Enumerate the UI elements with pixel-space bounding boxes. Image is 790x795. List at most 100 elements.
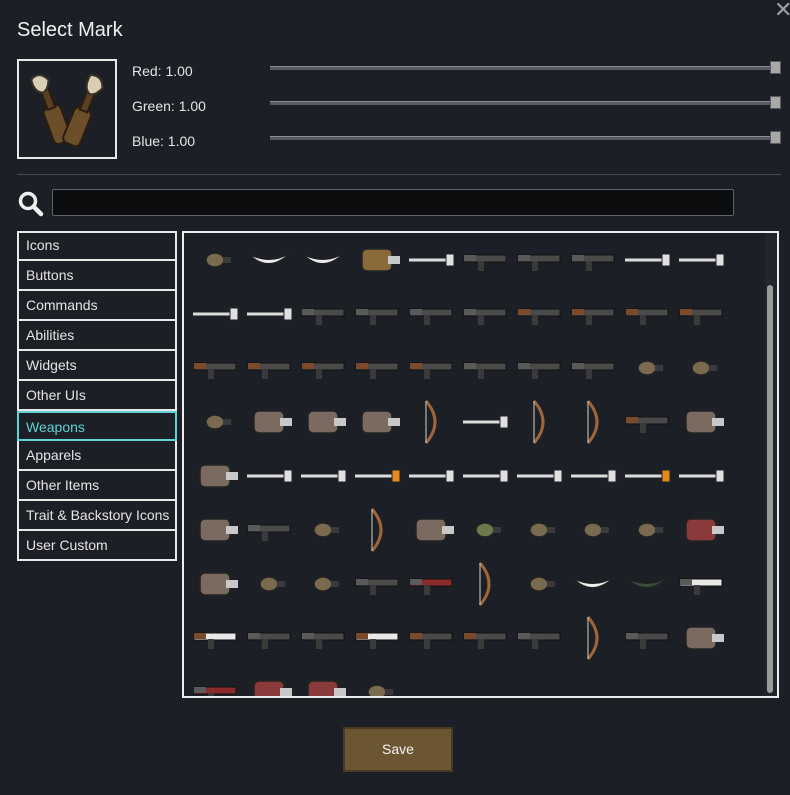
weapon-chaingun-icon[interactable]	[512, 611, 566, 665]
weapon-light-rifle-icon[interactable]	[350, 611, 404, 665]
weapon-thorn-cannon-icon[interactable]	[188, 557, 242, 611]
weapon-dagger-icon[interactable]	[512, 233, 566, 287]
weapon-minigun-icon[interactable]	[458, 341, 512, 395]
weapon-hatchet-icon[interactable]	[404, 449, 458, 503]
category-weapons[interactable]: Weapons	[17, 411, 177, 441]
weapon-grenade-red-icon[interactable]	[188, 233, 242, 287]
weapon-staff-icon[interactable]	[242, 449, 296, 503]
weapon-greatbow-icon[interactable]	[350, 503, 404, 557]
weapon-heavy-cannon-icon[interactable]	[512, 341, 566, 395]
slider-red-track[interactable]	[270, 66, 776, 70]
weapon-carbine-icon[interactable]	[242, 611, 296, 665]
category-user-custom[interactable]: User Custom	[17, 531, 177, 561]
weapon-recurve-bow-icon[interactable]	[566, 611, 620, 665]
close-icon[interactable]: ✕	[774, 0, 790, 21]
weapon-revolver-light-icon[interactable]	[674, 557, 728, 611]
category-other-items[interactable]: Other Items	[17, 471, 177, 501]
save-button[interactable]: Save	[343, 727, 453, 772]
weapon-white-rifle-icon[interactable]	[188, 611, 242, 665]
weapon-bolt-icon[interactable]	[242, 557, 296, 611]
weapon-rifle-scoped-icon[interactable]	[242, 341, 296, 395]
weapon-long-knife-icon[interactable]	[566, 233, 620, 287]
weapon-wood-logs-icon[interactable]	[350, 233, 404, 287]
weapon-molotov-icon[interactable]	[674, 341, 728, 395]
weapon-barrel-pack-icon[interactable]	[674, 503, 728, 557]
weapon-smg-green-icon[interactable]	[242, 503, 296, 557]
weapon-knife-curved-icon[interactable]	[242, 233, 296, 287]
weapon-warhammer-icon[interactable]	[566, 449, 620, 503]
weapon-long-bow-icon[interactable]	[566, 395, 620, 449]
weapon-orange-blade-icon[interactable]	[350, 449, 404, 503]
weapon-bottle-brown-icon[interactable]	[512, 503, 566, 557]
weapon-long-spear-icon[interactable]	[242, 287, 296, 341]
weapon-spear-icon[interactable]	[188, 287, 242, 341]
slider-blue-thumb[interactable]	[770, 131, 781, 144]
weapon-launcher-icon[interactable]	[296, 395, 350, 449]
weapon-bottle-green-icon[interactable]	[458, 503, 512, 557]
slider-green-track[interactable]	[270, 101, 776, 105]
weapon-rocket-launcher-icon[interactable]	[242, 395, 296, 449]
weapon-canister-barrel-icon[interactable]	[296, 665, 350, 696]
slider-green-thumb[interactable]	[770, 96, 781, 109]
weapon-spiked-club-icon[interactable]	[620, 233, 674, 287]
weapon-orange-sword-icon[interactable]	[620, 449, 674, 503]
weapon-rifle-icon[interactable]	[620, 287, 674, 341]
weapon-mace-icon[interactable]	[296, 449, 350, 503]
category-abilities[interactable]: Abilities	[17, 321, 177, 351]
weapon-frag-grenades-icon[interactable]	[620, 341, 674, 395]
weapon-tusk-large-icon[interactable]	[566, 557, 620, 611]
weapon-drill-gun-icon[interactable]	[620, 611, 674, 665]
weapon-pistol-icon[interactable]	[350, 287, 404, 341]
weapon-rifle-icon[interactable]	[296, 341, 350, 395]
weapon-shotgun-icon[interactable]	[458, 287, 512, 341]
weapon-pole-icon[interactable]	[674, 449, 728, 503]
search-input[interactable]	[52, 189, 734, 216]
weapon-short-knife-icon[interactable]	[458, 233, 512, 287]
category-icons[interactable]: Icons	[17, 231, 177, 261]
weapon-sniper-rifle-icon[interactable]	[404, 341, 458, 395]
weapon-red-gun-icon[interactable]	[188, 665, 242, 696]
weapon-short-blade-icon[interactable]	[674, 233, 728, 287]
weapon-crossbow-icon[interactable]	[458, 557, 512, 611]
weapon-assault-rifle-icon[interactable]	[188, 341, 242, 395]
weapon-light-blade-icon[interactable]	[512, 449, 566, 503]
grid-scroll-thumb[interactable]	[767, 285, 773, 693]
weapon-pike-launcher-icon[interactable]	[674, 395, 728, 449]
weapon-battle-rifle-icon[interactable]	[404, 611, 458, 665]
weapon-hunting-rifle-icon[interactable]	[674, 287, 728, 341]
weapon-claw-launcher-icon[interactable]	[674, 611, 728, 665]
weapon-lantern-icon[interactable]	[620, 503, 674, 557]
weapon-bright-blade-icon[interactable]	[458, 449, 512, 503]
weapon-tox-grenades-icon[interactable]	[296, 503, 350, 557]
slider-blue-track[interactable]	[270, 136, 776, 140]
weapon-revolver-icon[interactable]	[296, 287, 350, 341]
weapon-tube-launcher-icon[interactable]	[350, 395, 404, 449]
weapon-shotgun-dark-icon[interactable]	[350, 557, 404, 611]
weapon-ammo-bottle-icon[interactable]	[350, 665, 404, 696]
weapon-incendiary-pack-icon[interactable]	[404, 503, 458, 557]
grid-scrollbar[interactable]	[765, 233, 777, 696]
weapon-gatling-icon[interactable]	[566, 341, 620, 395]
category-buttons[interactable]: Buttons	[17, 261, 177, 291]
weapon-rifle-thin-icon[interactable]	[458, 611, 512, 665]
weapon-assault-gun-icon[interactable]	[296, 611, 350, 665]
weapon-recurve-bow-icon[interactable]	[512, 395, 566, 449]
weapon-axe-icon[interactable]	[404, 233, 458, 287]
weapon-spike-launcher-icon[interactable]	[188, 503, 242, 557]
category-widgets[interactable]: Widgets	[17, 351, 177, 381]
weapon-scythe-icon[interactable]	[620, 557, 674, 611]
weapon-shotgun-red-icon[interactable]	[404, 557, 458, 611]
weapon-small-bottle-icon[interactable]	[566, 503, 620, 557]
weapon-emp-grenades-icon[interactable]	[188, 395, 242, 449]
weapon-plasma-rifle-icon[interactable]	[566, 287, 620, 341]
category-trait-backstory-icons[interactable]: Trait & Backstory Icons	[17, 501, 177, 531]
weapon-round-shield-icon[interactable]	[188, 449, 242, 503]
weapon-spear-staff-icon[interactable]	[458, 395, 512, 449]
category-commands[interactable]: Commands	[17, 291, 177, 321]
weapon-mine-icon[interactable]	[512, 557, 566, 611]
category-other-uis[interactable]: Other UIs	[17, 381, 177, 411]
weapon-tusk-icon[interactable]	[296, 233, 350, 287]
weapon-short-bow-icon[interactable]	[404, 395, 458, 449]
category-apparels[interactable]: Apparels	[17, 441, 177, 471]
weapon-machine-pistol-icon[interactable]	[404, 287, 458, 341]
